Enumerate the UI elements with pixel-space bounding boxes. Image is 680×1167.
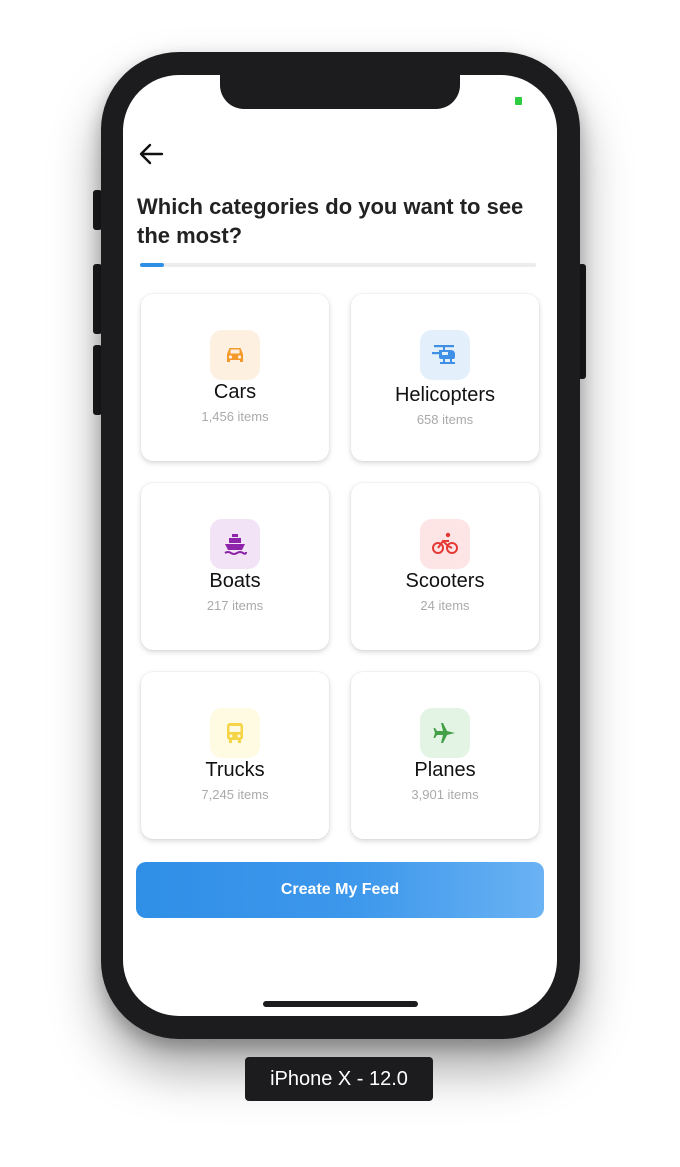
progress-fill (140, 263, 164, 267)
notch (220, 75, 460, 109)
page-title: Which categories do you want to see the … (137, 194, 524, 248)
car-icon-tile (210, 330, 260, 380)
category-name: Boats (209, 570, 261, 592)
category-count: 1,456 items (201, 409, 269, 424)
bus-icon (227, 723, 243, 743)
airplane-icon-tile (420, 708, 470, 758)
category-name: Helicopters (394, 384, 496, 406)
airplane-icon (433, 723, 455, 743)
category-count: 3,901 items (411, 787, 479, 802)
bicycle-icon-tile (420, 519, 470, 569)
battery-icon (515, 97, 522, 105)
category-name: Trucks (205, 759, 265, 781)
helicopter-icon-tile (420, 330, 470, 380)
device-label: iPhone X - 12.0 (245, 1057, 433, 1101)
create-feed-button[interactable]: Create My Feed (136, 862, 544, 918)
home-indicator (263, 1001, 418, 1007)
arrow-left-icon (139, 143, 164, 165)
category-card-cars[interactable]: Cars 1,456 items (141, 294, 329, 461)
bicycle-icon (432, 532, 458, 554)
category-count: 24 items (420, 598, 470, 613)
boat-icon (224, 534, 247, 555)
boat-icon-tile (210, 519, 260, 569)
category-count: 658 items (416, 412, 474, 427)
category-name: Cars (213, 381, 257, 403)
helicopter-icon (432, 345, 455, 364)
category-card-boats[interactable]: Boats 217 items (141, 483, 329, 650)
category-card-helicopters[interactable]: Helicopters 658 items (351, 294, 539, 461)
phone-screen: Which categories do you want to see the … (123, 75, 557, 1016)
category-card-scooters[interactable]: Scooters 24 items (351, 483, 539, 650)
category-count: 217 items (206, 598, 264, 613)
progress-bar (140, 263, 536, 267)
category-count: 7,245 items (201, 787, 269, 802)
category-card-planes[interactable]: Planes 3,901 items (351, 672, 539, 839)
category-name: Scooters (405, 570, 485, 592)
bus-icon-tile (210, 708, 260, 758)
back-button[interactable] (137, 139, 167, 169)
car-icon (227, 348, 243, 362)
category-name: Planes (414, 759, 476, 781)
category-card-trucks[interactable]: Trucks 7,245 items (141, 672, 329, 839)
